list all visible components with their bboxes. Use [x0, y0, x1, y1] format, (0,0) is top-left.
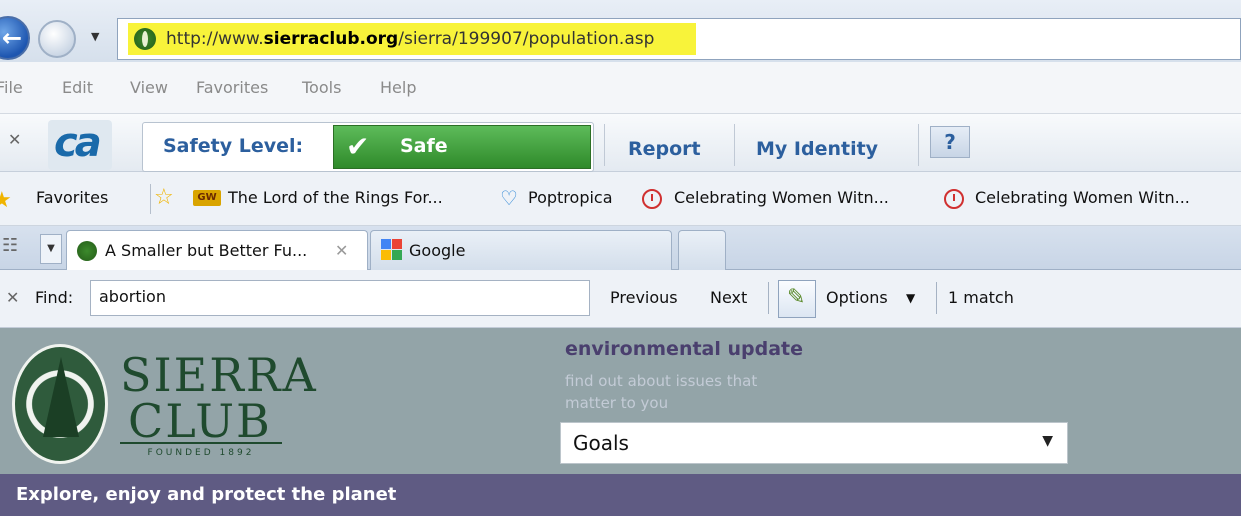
favorite-link-celebrating-1[interactable]: Celebrating Women Witn... [674, 188, 889, 207]
url-prefix: http://www. [166, 29, 264, 49]
checkmark-icon: ✔ [346, 130, 370, 163]
site-favicon-icon [77, 241, 97, 261]
find-input[interactable]: abortion [90, 280, 590, 316]
env-update-title: environmental update [565, 338, 804, 360]
menu-tools[interactable]: Tools [302, 78, 341, 97]
goals-select[interactable]: Goals ▼ [560, 422, 1068, 464]
env-update-subtitle-line: find out about issues that [565, 372, 758, 390]
address-input[interactable]: http://www.sierraclub.org/sierra/199907/… [117, 18, 1241, 60]
help-button[interactable]: ? [930, 126, 970, 158]
clock-icon [944, 189, 964, 209]
forward-button[interactable] [38, 20, 76, 58]
my-identity-button[interactable]: My Identity [756, 138, 878, 160]
tab-sierra-club[interactable]: A Smaller but Better Fu... ✕ [66, 230, 368, 270]
toolbar-divider [604, 124, 605, 166]
favorites-divider [150, 184, 151, 214]
report-button[interactable]: Report [628, 138, 701, 160]
find-next-button[interactable]: Next [710, 288, 747, 307]
add-favorite-icon[interactable]: ☆ [154, 185, 174, 210]
favorite-link-lotr[interactable]: The Lord of the Rings For... [228, 188, 443, 207]
poptropica-icon: ♡ [500, 186, 518, 210]
menu-bar: File Edit View Favorites Tools Help [0, 62, 1241, 114]
tab-google[interactable]: Google [370, 230, 672, 270]
find-options-button[interactable]: Options [826, 288, 888, 307]
find-bar: ✕ Find: abortion Previous Next Options ▼… [0, 270, 1241, 328]
address-bar-row: ▼ http://www.sierraclub.org/sierra/19990… [0, 0, 1241, 62]
quick-tabs-icon[interactable]: ☷ [2, 235, 34, 263]
url-domain: sierraclub.org [263, 29, 399, 49]
find-divider [936, 282, 937, 314]
tab-title: Google [409, 241, 466, 260]
toolbar-divider [918, 124, 919, 166]
favorite-link-celebrating-2[interactable]: Celebrating Women Witn... [975, 188, 1190, 207]
toolbar-divider [734, 124, 735, 166]
menu-view[interactable]: View [130, 78, 168, 97]
logo-word-club[interactable]: CLUB [128, 394, 272, 448]
favorites-button[interactable]: Favorites [36, 188, 108, 207]
favorites-star-icon[interactable]: ★ [0, 188, 12, 213]
logo-founded-text: FOUNDED 1892 [120, 442, 282, 458]
menu-file[interactable]: File [0, 78, 23, 97]
ca-logo-text: ca [54, 120, 102, 166]
menu-favorites[interactable]: Favorites [196, 78, 268, 97]
google-favicon-icon [381, 239, 403, 261]
options-chevron-down-icon[interactable]: ▼ [906, 291, 915, 305]
find-close-icon[interactable]: ✕ [6, 288, 19, 307]
tagline-bar: Explore, enjoy and protect the planet [0, 474, 1241, 516]
find-label: Find: [35, 288, 74, 307]
clock-icon [642, 189, 662, 209]
safety-level-panel[interactable]: Safety Level: ✔ Safe [142, 122, 594, 172]
gamewinners-favicon: GW [193, 190, 221, 206]
favorites-bar: ★ Favorites ☆ GW The Lord of the Rings F… [0, 172, 1241, 226]
ca-toolbar: ✕ ca Safety Level: ✔ Safe Report My Iden… [0, 114, 1241, 172]
goals-select-value: Goals [573, 431, 629, 455]
page-content: SIERRA CLUB FOUNDED 1892 environmental u… [0, 328, 1241, 516]
chevron-down-icon: ▼ [1042, 433, 1053, 449]
back-button[interactable] [0, 16, 30, 60]
safety-status-text: Safe [400, 135, 448, 157]
tab-title: A Smaller but Better Fu... [105, 241, 308, 260]
sierra-club-tree-logo[interactable] [12, 344, 108, 464]
match-count: 1 match [948, 288, 1014, 307]
tab-list-dropdown-icon[interactable]: ▼ [40, 234, 62, 264]
ca-logo[interactable]: ca [48, 120, 112, 170]
toolbar-close-icon[interactable]: ✕ [8, 130, 21, 149]
safety-status-badge: ✔ Safe [333, 125, 591, 169]
tab-close-icon[interactable]: ✕ [335, 241, 348, 260]
env-update-subtitle-line: matter to you [565, 394, 669, 412]
find-previous-button[interactable]: Previous [610, 288, 678, 307]
favorite-link-poptropica[interactable]: Poptropica [528, 188, 613, 207]
history-dropdown-icon[interactable]: ▼ [91, 30, 99, 43]
url-path: /sierra/199907/population.asp [398, 29, 655, 49]
tagline-text: Explore, enjoy and protect the planet [16, 484, 397, 505]
safety-level-label: Safety Level: [163, 135, 304, 157]
highlight-matches-icon[interactable] [778, 280, 816, 318]
find-divider [768, 282, 769, 314]
new-tab-button[interactable] [678, 230, 726, 270]
tab-bar: ☷ ▼ A Smaller but Better Fu... ✕ Google [0, 226, 1241, 270]
menu-edit[interactable]: Edit [62, 78, 93, 97]
env-update-subtitle: find out about issues that matter to you [565, 370, 825, 414]
site-favicon-icon [134, 28, 156, 50]
menu-help[interactable]: Help [380, 78, 416, 97]
url-text[interactable]: http://www.sierraclub.org/sierra/199907/… [166, 29, 654, 49]
